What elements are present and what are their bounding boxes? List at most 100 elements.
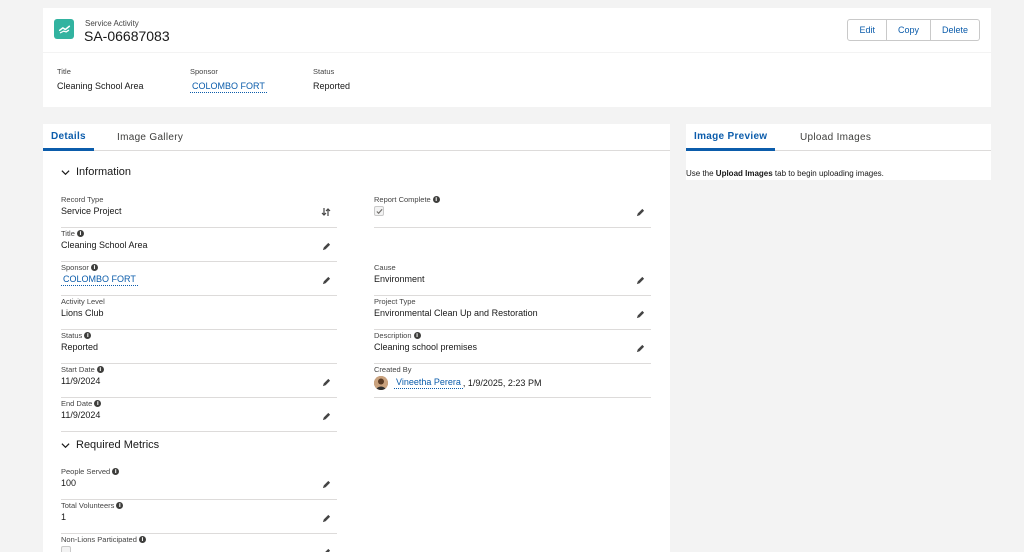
info-icon[interactable]: i <box>96 366 104 373</box>
image-card: Image Preview Upload Images Use the Uplo… <box>686 124 991 180</box>
field-label: Start Date <box>61 365 95 374</box>
field-value: Lions Club <box>61 308 104 318</box>
field-report-complete: Report Complete i <box>374 194 651 228</box>
non-lions-checkbox <box>61 546 71 552</box>
field-project-type: Project Type Environmental Clean Up and … <box>374 296 651 330</box>
field-value: Environment <box>374 274 425 284</box>
highlight-value: Cleaning School Area <box>57 81 144 91</box>
highlight-label: Sponsor <box>190 67 218 76</box>
field-label: Activity Level <box>61 297 105 306</box>
section-title: Information <box>76 166 132 178</box>
field-label: Cause <box>374 263 396 272</box>
field-label: Created By <box>374 365 412 374</box>
field-title: Title i Cleaning School Area <box>61 228 337 262</box>
field-value: Environmental Clean Up and Restoration <box>374 308 538 318</box>
field-status: Status i Reported <box>61 330 337 364</box>
highlights-panel: Title Cleaning School Area Sponsor COLOM… <box>43 53 991 107</box>
section-information-toggle[interactable]: Information <box>61 166 131 178</box>
field-value: 11/9/2024 <box>61 376 101 386</box>
edit-pencil-icon[interactable] <box>636 208 645 217</box>
field-value: 1 <box>61 512 67 522</box>
action-buttons: Edit Copy Delete <box>847 19 980 41</box>
copy-button[interactable]: Copy <box>886 19 931 41</box>
info-icon[interactable]: i <box>112 468 120 475</box>
highlight-label: Status <box>313 67 335 76</box>
record-header: Service Activity SA-06687083 Edit Copy D… <box>43 8 991 52</box>
info-icon[interactable]: i <box>90 264 98 271</box>
report-complete-checkbox <box>374 206 384 216</box>
edit-pencil-icon[interactable] <box>322 412 331 421</box>
edit-pencil-icon[interactable] <box>636 344 645 353</box>
edit-pencil-icon[interactable] <box>322 242 331 251</box>
tab-details[interactable]: Details <box>43 124 94 151</box>
user-avatar[interactable] <box>374 376 388 390</box>
field-label: Description <box>374 331 412 340</box>
field-label: Record Type <box>61 195 104 204</box>
section-title: Required Metrics <box>76 439 160 451</box>
edit-pencil-icon[interactable] <box>322 276 331 285</box>
edit-pencil-icon[interactable] <box>322 480 331 489</box>
sponsor-link[interactable]: COLOMBO FORT <box>61 274 138 286</box>
highlight-label: Title <box>57 67 71 76</box>
edit-button[interactable]: Edit <box>847 19 887 41</box>
edit-pencil-icon[interactable] <box>322 378 331 387</box>
info-icon[interactable]: i <box>116 502 124 509</box>
field-activity-level: Activity Level Lions Club <box>61 296 337 330</box>
section-required-metrics-toggle[interactable]: Required Metrics <box>61 439 159 451</box>
tab-image-gallery[interactable]: Image Gallery <box>117 124 183 151</box>
chevron-down-icon <box>61 169 70 175</box>
field-value: 100 <box>61 478 77 488</box>
detail-card: Details Image Gallery Information Record… <box>43 124 670 552</box>
tab-upload-images[interactable]: Upload Images <box>800 124 871 151</box>
info-icon[interactable]: i <box>76 230 84 237</box>
edit-pencil-icon[interactable] <box>636 276 645 285</box>
image-tabs: Image Preview Upload Images <box>686 124 991 151</box>
field-start-date: Start Date i 11/9/2024 <box>61 364 337 398</box>
info-icon[interactable]: i <box>432 196 440 203</box>
created-by-user-link[interactable]: Vineetha Perera <box>394 377 463 389</box>
field-label: Report Complete <box>374 195 431 204</box>
field-label: People Served <box>61 467 111 476</box>
change-record-type-icon[interactable] <box>321 207 331 217</box>
field-people-served: People Served i 100 <box>61 466 337 500</box>
field-value: Cleaning school premises <box>374 342 478 352</box>
field-created-by: Created By Vineetha Perera , 1/9/2025, 2… <box>374 364 651 398</box>
edit-pencil-icon[interactable] <box>636 310 645 319</box>
field-sponsor: Sponsor i COLOMBO FORT <box>61 262 337 296</box>
chevron-down-icon <box>61 442 70 448</box>
field-total-volunteers: Total Volunteers i 1 <box>61 500 337 534</box>
record-title: SA-06687083 <box>84 28 170 44</box>
field-cause: Cause Environment <box>374 262 651 296</box>
field-value: 11/9/2024 <box>61 410 101 420</box>
info-icon[interactable]: i <box>84 332 92 339</box>
field-label: Total Volunteers <box>61 501 115 510</box>
sponsor-link[interactable]: COLOMBO FORT <box>190 81 267 93</box>
info-icon[interactable]: i <box>413 332 421 339</box>
upload-instructions: Use the Upload Images tab to begin uploa… <box>686 169 884 178</box>
object-label: Service Activity <box>85 19 139 28</box>
field-label: Sponsor <box>61 263 89 272</box>
service-activity-icon <box>54 19 74 39</box>
highlight-title: Title Cleaning School Area <box>57 67 144 91</box>
field-label: Status <box>61 331 83 340</box>
detail-tabs: Details Image Gallery <box>43 124 670 151</box>
field-label: Title <box>61 229 75 238</box>
field-description: Description i Cleaning school premises <box>374 330 651 364</box>
info-icon[interactable]: i <box>94 400 102 407</box>
highlight-status: Status Reported <box>313 67 350 91</box>
field-non-lions-participated: Non-Lions Participated i <box>61 534 337 552</box>
highlight-sponsor: Sponsor COLOMBO FORT <box>190 67 267 93</box>
field-end-date: End Date i 11/9/2024 <box>61 398 337 432</box>
created-timestamp: , 1/9/2025, 2:23 PM <box>462 378 542 388</box>
field-value: Cleaning School Area <box>61 240 148 250</box>
edit-pencil-icon[interactable] <box>322 514 331 523</box>
info-icon[interactable]: i <box>138 536 146 543</box>
field-value: Service Project <box>61 206 122 216</box>
delete-button[interactable]: Delete <box>930 19 980 41</box>
edit-pencil-icon[interactable] <box>322 548 331 552</box>
field-value: Reported <box>61 342 99 352</box>
tab-image-preview[interactable]: Image Preview <box>686 124 776 151</box>
field-record-type: Record Type Service Project <box>61 194 337 228</box>
field-label: Project Type <box>374 297 416 306</box>
field-label: Non-Lions Participated <box>61 535 137 544</box>
